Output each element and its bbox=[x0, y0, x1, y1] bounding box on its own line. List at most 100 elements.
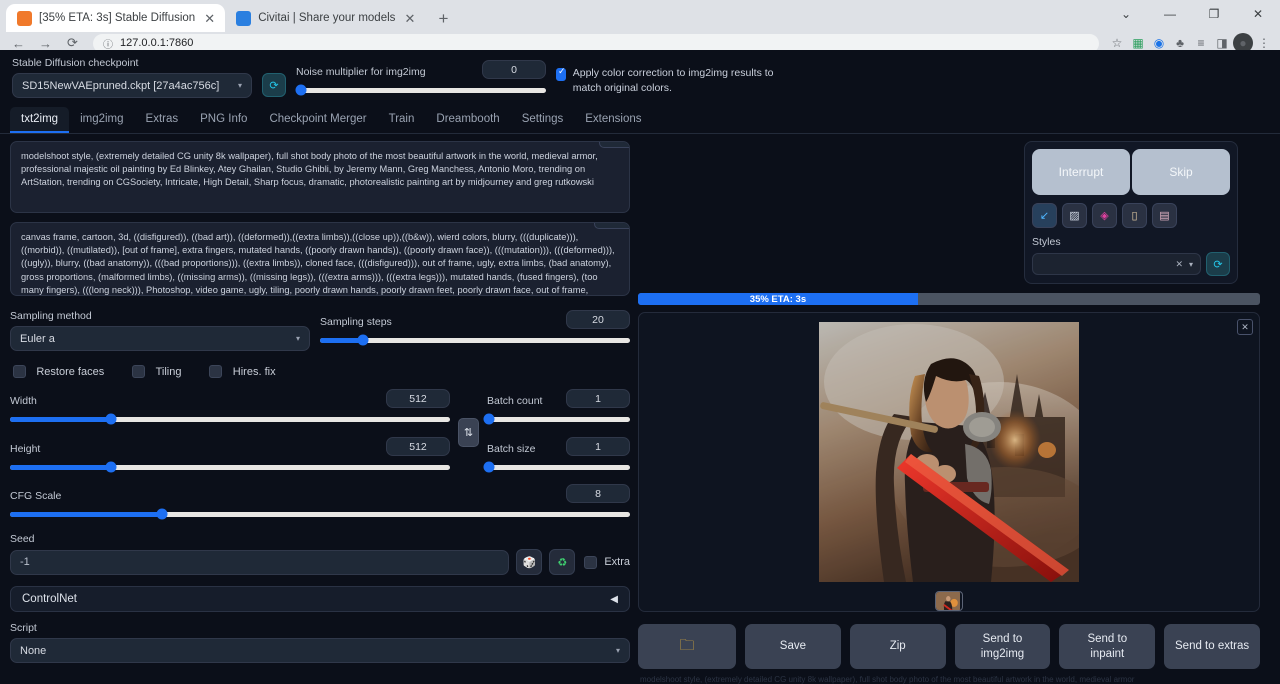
controlnet-accordion[interactable]: ControlNet ◀ bbox=[10, 586, 630, 612]
noise-multiplier-value[interactable]: 0 bbox=[482, 60, 546, 79]
seed-label: Seed bbox=[10, 533, 630, 545]
tab-search-icon[interactable]: ⌄ bbox=[1104, 0, 1148, 28]
script-value: None bbox=[20, 645, 46, 657]
color-correction-checkbox[interactable] bbox=[556, 68, 566, 81]
generation-info-text: modelshoot style, (extremely detailed CG… bbox=[638, 675, 1260, 684]
tab-png-info[interactable]: PNG Info bbox=[189, 107, 258, 133]
recycle-icon[interactable]: ♻ bbox=[549, 549, 575, 575]
tab-checkpoint-merger[interactable]: Checkpoint Merger bbox=[258, 107, 377, 133]
styles-label: Styles bbox=[1032, 236, 1230, 248]
generated-image[interactable] bbox=[819, 322, 1079, 585]
tab-extensions[interactable]: Extensions bbox=[574, 107, 652, 133]
tab-extras[interactable]: Extras bbox=[135, 107, 190, 133]
styles-select[interactable]: ✕ ▾ bbox=[1032, 253, 1201, 275]
sampling-steps-slider[interactable] bbox=[320, 332, 630, 348]
clipboard-icon[interactable]: ▯ bbox=[1122, 203, 1147, 228]
sampling-method-label: Sampling method bbox=[10, 310, 310, 322]
dice-icon[interactable]: 🎲 bbox=[516, 549, 542, 575]
save-style-icon[interactable]: ▤ bbox=[1152, 203, 1177, 228]
favicon-stable-diffusion bbox=[17, 11, 32, 26]
window-close-icon[interactable]: ✕ bbox=[1236, 0, 1280, 28]
negative-prompt-token-counter: 198/225 bbox=[594, 222, 630, 229]
sampling-method-select[interactable]: Euler a ▾ bbox=[10, 326, 310, 351]
arrow-paste-icon[interactable]: ↙ bbox=[1032, 203, 1057, 228]
browser-tab-stable-diffusion[interactable]: [35% ETA: 3s] Stable Diffusion ✕ bbox=[6, 4, 225, 32]
restore-faces-checkbox[interactable] bbox=[13, 365, 26, 378]
batch-count-field: Batch count 1 bbox=[487, 389, 630, 427]
send-to-img2img-button[interactable]: Send to img2img bbox=[955, 624, 1051, 669]
folder-icon: 🗀 bbox=[679, 637, 694, 656]
noise-multiplier-slider[interactable] bbox=[296, 82, 546, 98]
refresh-checkpoint-button[interactable]: ⟳ bbox=[262, 73, 286, 98]
prompt-token-counter: 87/150 bbox=[599, 141, 630, 148]
seed-extra-checkbox-wrap[interactable]: Extra bbox=[584, 556, 630, 569]
height-value[interactable]: 512 bbox=[386, 437, 450, 456]
tab-img2img[interactable]: img2img bbox=[69, 107, 134, 133]
browser-tab-civitai[interactable]: Civitai | Share your models ✕ bbox=[225, 4, 425, 32]
height-slider[interactable] bbox=[10, 459, 450, 475]
hires-fix-checkbox[interactable] bbox=[209, 365, 222, 378]
prompt-textarea[interactable]: 87/150 modelshoot style, (extremely deta… bbox=[10, 141, 630, 213]
cfg-scale-value[interactable]: 8 bbox=[566, 484, 630, 503]
save-button[interactable]: Save bbox=[745, 624, 841, 669]
close-icon[interactable]: ✕ bbox=[402, 12, 417, 25]
tab-settings[interactable]: Settings bbox=[511, 107, 575, 133]
width-field: Width 512 bbox=[10, 389, 450, 427]
seed-input[interactable]: -1 bbox=[10, 550, 509, 575]
progress-bar: 35% ETA: 3s bbox=[638, 293, 1260, 305]
close-icon[interactable]: ✕ bbox=[1237, 319, 1253, 335]
maximize-icon[interactable]: ❐ bbox=[1192, 0, 1236, 28]
batch-size-field: Batch size 1 bbox=[487, 437, 630, 475]
open-folder-button[interactable]: 🗀 bbox=[638, 624, 736, 669]
tab-train[interactable]: Train bbox=[378, 107, 426, 133]
image-gallery: ✕ bbox=[638, 312, 1260, 612]
controlnet-label: ControlNet bbox=[22, 593, 77, 605]
chevron-down-icon: ▾ bbox=[616, 646, 620, 655]
close-icon[interactable]: ✕ bbox=[202, 12, 217, 25]
tiling-checkbox[interactable] bbox=[132, 365, 145, 378]
swap-dimensions-button[interactable]: ⇅ bbox=[456, 389, 481, 475]
hires-fix-checkbox-wrap[interactable]: Hires. fix bbox=[209, 364, 275, 378]
cfg-scale-field: CFG Scale 8 bbox=[10, 484, 630, 522]
width-slider[interactable] bbox=[10, 411, 450, 427]
trash-icon[interactable]: ▨ bbox=[1062, 203, 1087, 228]
negative-prompt-textarea[interactable]: 198/225 canvas frame, cartoon, 3d, ((dis… bbox=[10, 222, 630, 296]
stable-diffusion-webui: Stable Diffusion checkpoint SD15NewVAEpr… bbox=[0, 50, 1280, 678]
new-tab-button[interactable]: + bbox=[430, 6, 456, 32]
tab-txt2img[interactable]: txt2img bbox=[10, 107, 69, 133]
prompt-tools-row: ↙ ▨ ◈ ▯ ▤ bbox=[1032, 203, 1230, 228]
restore-faces-checkbox-wrap[interactable]: Restore faces bbox=[13, 364, 104, 378]
tiling-checkbox-wrap[interactable]: Tiling bbox=[132, 364, 181, 378]
checkpoint-select[interactable]: SD15NewVAEpruned.ckpt [27a4ac756c] ▾ bbox=[12, 73, 252, 98]
batch-size-slider[interactable] bbox=[487, 459, 630, 475]
send-to-inpaint-button[interactable]: Send to inpaint bbox=[1059, 624, 1155, 669]
gallery-thumbnail[interactable] bbox=[935, 591, 963, 611]
palette-icon[interactable]: ◈ bbox=[1092, 203, 1117, 228]
color-correction-field[interactable]: Apply color correction to img2img result… bbox=[556, 66, 786, 98]
chevron-down-icon[interactable]: ▾ bbox=[1189, 260, 1193, 269]
send-to-extras-button[interactable]: Send to extras bbox=[1164, 624, 1260, 669]
script-select[interactable]: None ▾ bbox=[10, 638, 630, 663]
sampling-method-value: Euler a bbox=[20, 333, 55, 345]
interrupt-button[interactable]: Interrupt bbox=[1032, 149, 1130, 195]
chevron-down-icon: ▾ bbox=[296, 334, 300, 343]
width-label: Width bbox=[10, 395, 37, 407]
sampling-steps-value[interactable]: 20 bbox=[566, 310, 630, 329]
batch-count-slider[interactable] bbox=[487, 411, 630, 427]
zip-button[interactable]: Zip bbox=[850, 624, 946, 669]
top-settings-bar: Stable Diffusion checkpoint SD15NewVAEpr… bbox=[0, 50, 1280, 98]
seed-extra-checkbox[interactable] bbox=[584, 556, 597, 569]
minimize-icon[interactable]: — bbox=[1148, 0, 1192, 28]
skip-button[interactable]: Skip bbox=[1132, 149, 1230, 195]
tab-dreambooth[interactable]: Dreambooth bbox=[425, 107, 510, 133]
cfg-scale-slider[interactable] bbox=[10, 506, 630, 522]
apply-style-icon[interactable]: ⟳ bbox=[1206, 252, 1230, 276]
batch-size-value[interactable]: 1 bbox=[566, 437, 630, 456]
site-info-icon[interactable]: ⓘ bbox=[103, 36, 113, 51]
clear-icon[interactable]: ✕ bbox=[1175, 259, 1183, 270]
width-value[interactable]: 512 bbox=[386, 389, 450, 408]
batch-size-label: Batch size bbox=[487, 443, 535, 455]
refresh-icon: ⟳ bbox=[262, 73, 286, 97]
batch-count-value[interactable]: 1 bbox=[566, 389, 630, 408]
txt2img-body: 87/150 modelshoot style, (extremely deta… bbox=[0, 134, 1280, 684]
